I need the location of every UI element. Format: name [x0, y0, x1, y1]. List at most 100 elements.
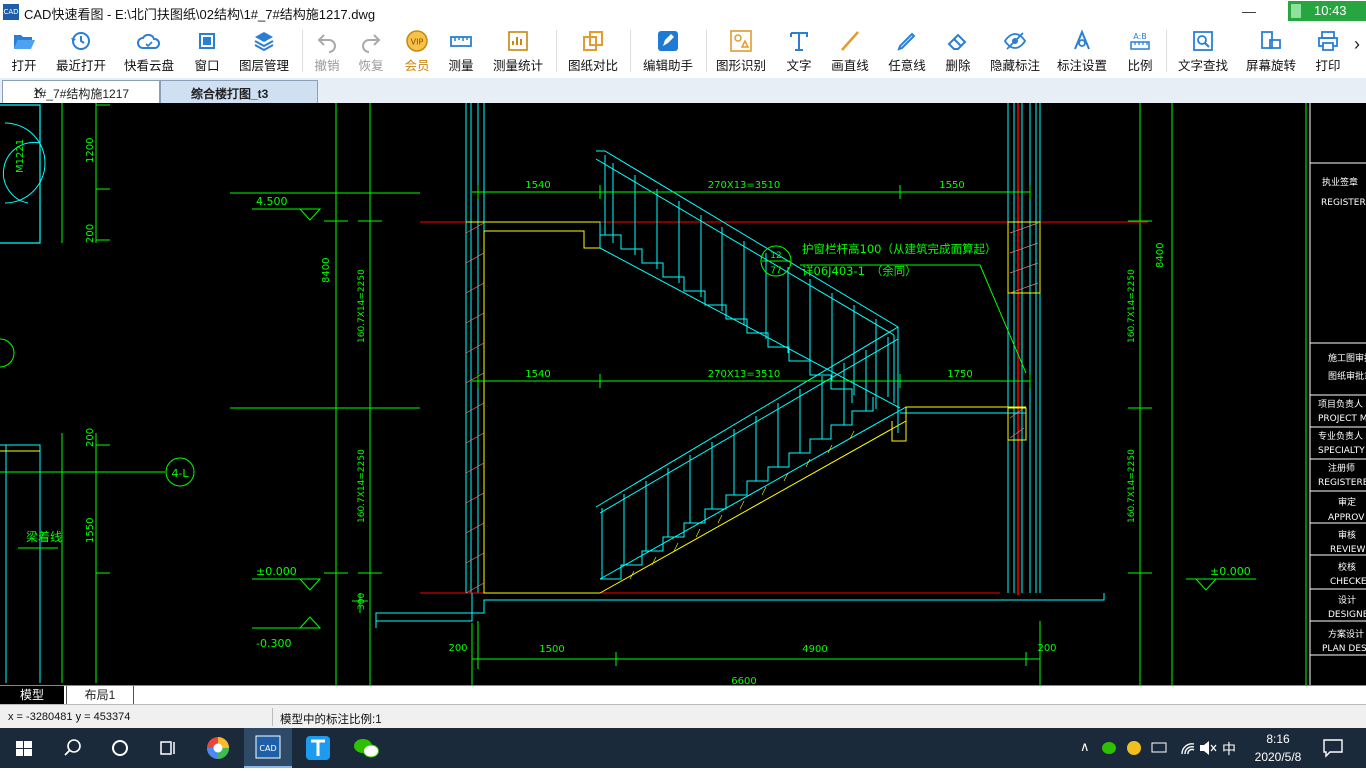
screen-rotate-button[interactable]: 屏幕旋转	[1240, 24, 1302, 78]
svg-text:PLAN DESI: PLAN DESI	[1322, 644, 1366, 654]
measure-button[interactable]: 测量	[440, 24, 482, 78]
toolbar-separator	[556, 30, 557, 72]
vip-button[interactable]: VIP 会员	[396, 24, 438, 78]
wifi-icon	[1181, 743, 1195, 755]
annotation-settings-button[interactable]: 标注设置	[1052, 24, 1112, 78]
title-bar: CAD CAD快速看图 - E:\北门扶图纸\02结构\1#_7#结构施1217…	[0, 0, 1366, 24]
tab-complex-building[interactable]: 综合楼打图_t3 ✕	[160, 80, 318, 104]
riser-dim-right-upper: 160.7X14=2250	[1127, 269, 1137, 343]
start-button[interactable]	[0, 728, 48, 768]
hide-annotation-button[interactable]: 隐藏标注	[986, 24, 1044, 78]
shape-recognition-button[interactable]: 图形识别	[712, 24, 770, 78]
toolbar-separator	[630, 30, 631, 72]
search-icon	[64, 739, 81, 756]
search-button[interactable]	[48, 728, 96, 768]
toolbar-more-button[interactable]: ›	[1350, 34, 1364, 64]
folder-open-icon	[14, 35, 35, 49]
horizontal-dimensions	[230, 185, 1041, 685]
minimize-button[interactable]: —	[1226, 0, 1272, 24]
cortana-icon	[112, 740, 128, 756]
printer-icon	[1318, 31, 1338, 51]
tab-layout1[interactable]: 布局1	[66, 686, 134, 705]
tab-structure-drawing[interactable]: 1#_7#结构施1217 ✕	[2, 80, 160, 104]
dim-bottom-6600: 6600	[731, 676, 756, 685]
dim-lower-right: 1750	[947, 369, 972, 380]
beam-line-label: 梁着线	[26, 529, 62, 544]
cad-drawing: M1221 1200 200 200 1550 梁着线 4-L 4.500 ±0…	[0, 103, 1366, 685]
svg-text:执业签章: 执业签章	[1322, 176, 1358, 188]
taskbar-cad-viewer[interactable]: CAD	[244, 728, 292, 768]
dim-lower-mid: 270X13=3510	[708, 369, 781, 380]
dim-bottom-4900: 4900	[802, 644, 827, 655]
freehand-button[interactable]: 任意线	[882, 24, 932, 78]
redo-button[interactable]: 恢复	[350, 24, 392, 78]
annotation-settings-icon	[1074, 29, 1090, 50]
screen-rotate-icon	[1261, 31, 1281, 49]
tray-expand-icon[interactable]: ∧	[1080, 739, 1090, 755]
svg-text:REVIEW: REVIEW	[1330, 545, 1365, 555]
dim-upper-right: 1550	[939, 180, 964, 191]
task-view-icon	[160, 741, 175, 755]
elevation-minus-300: -0.300	[256, 637, 291, 650]
svg-text:A:B: A:B	[1133, 32, 1147, 41]
cloud-button[interactable]: 快看云盘	[120, 24, 178, 78]
recent-button[interactable]: 最近打开	[52, 24, 110, 78]
scale-ratio-button[interactable]: A:B 比例	[1118, 24, 1162, 78]
notification-icon[interactable]	[1322, 738, 1344, 758]
height-8400-left: 8400	[321, 258, 332, 283]
compare-icon	[583, 31, 603, 51]
annotation-scale: 模型中的标注比例:1	[280, 714, 382, 726]
tab-close-icon[interactable]: ✕	[33, 84, 151, 100]
delete-button[interactable]: 删除	[936, 24, 980, 78]
shape-recognition-icon	[730, 30, 752, 52]
layout-tab-bar: 模型 布局1	[0, 685, 1366, 705]
eye-hide-icon	[1003, 32, 1027, 50]
measure-stats-button[interactable]: 测量统计	[488, 24, 548, 78]
clock-widget[interactable]: 10:43	[1288, 1, 1366, 21]
svg-text:REGISTERED EN: REGISTERED EN	[1318, 478, 1366, 488]
find-text-button[interactable]: 文字查找	[1172, 24, 1234, 78]
dim-1200: 1200	[85, 138, 96, 163]
text-button[interactable]: 文字	[778, 24, 820, 78]
print-button[interactable]: 打印	[1308, 24, 1348, 78]
tab-model[interactable]: 模型	[0, 686, 64, 704]
mute-icon	[1210, 744, 1217, 752]
taskbar-text-app[interactable]	[294, 728, 342, 768]
taskbar-date[interactable]: 2020/5/8	[1240, 750, 1316, 764]
status-bar: x = -3280481 y = 453374 模型中的标注比例:1	[0, 704, 1366, 729]
cortana-button[interactable]	[96, 728, 144, 768]
dim-lower-left: 1540	[525, 369, 550, 380]
dim-bottom-200-right: 200	[1037, 643, 1056, 654]
taskbar-time[interactable]: 8:16	[1252, 732, 1304, 746]
cad-drawing-canvas[interactable]: M1221 1200 200 200 1550 梁着线 4-L 4.500 ±0…	[0, 103, 1366, 685]
window-title: CAD快速看图 - E:\北门扶图纸\02结构\1#_7#结构施1217.dwg	[24, 7, 376, 22]
lower-stair-flight	[595, 326, 1026, 594]
layers-button[interactable]: 图层管理	[234, 24, 294, 78]
undo-button[interactable]: 撤销	[306, 24, 348, 78]
main-toolbar: 打开 最近打开 快看云盘 窗口 图层管理 撤销 恢复 VIP 会员 测量 测量统…	[0, 24, 1366, 78]
svg-text:方案设计: 方案设计	[1328, 628, 1364, 640]
tab-close-icon[interactable]: ✕	[191, 84, 309, 100]
taskbar-browser[interactable]	[194, 728, 242, 768]
ime-indicator[interactable]: 中	[1222, 739, 1236, 759]
svg-text:VIP: VIP	[411, 38, 424, 47]
dim-1550: 1550	[85, 518, 96, 543]
svg-text:REGISTER: REGISTER	[1321, 198, 1366, 208]
vip-icon: VIP	[406, 30, 428, 52]
window-button[interactable]: 窗口	[186, 24, 228, 78]
svg-text:施工图审批章: 施工图审批章	[1328, 352, 1366, 364]
compare-button[interactable]: 图纸对比	[564, 24, 622, 78]
task-view-button[interactable]	[144, 728, 192, 768]
taskbar-wechat[interactable]	[342, 728, 390, 768]
tray-wechat-icon	[1102, 742, 1116, 754]
elevation-4500: 4.500	[256, 195, 288, 208]
railing-note-ref: 详06J403-1 （余同）	[802, 264, 917, 278]
volume-icon	[1200, 741, 1209, 755]
open-button[interactable]: 打开	[2, 24, 46, 78]
edit-helper-button[interactable]: 编辑助手	[638, 24, 698, 78]
toolbar-separator	[302, 30, 303, 72]
text-search-icon	[1193, 31, 1213, 51]
ruler-icon	[450, 36, 472, 47]
line-button[interactable]: 画直线	[826, 24, 874, 78]
svg-text:设计: 设计	[1338, 594, 1356, 606]
